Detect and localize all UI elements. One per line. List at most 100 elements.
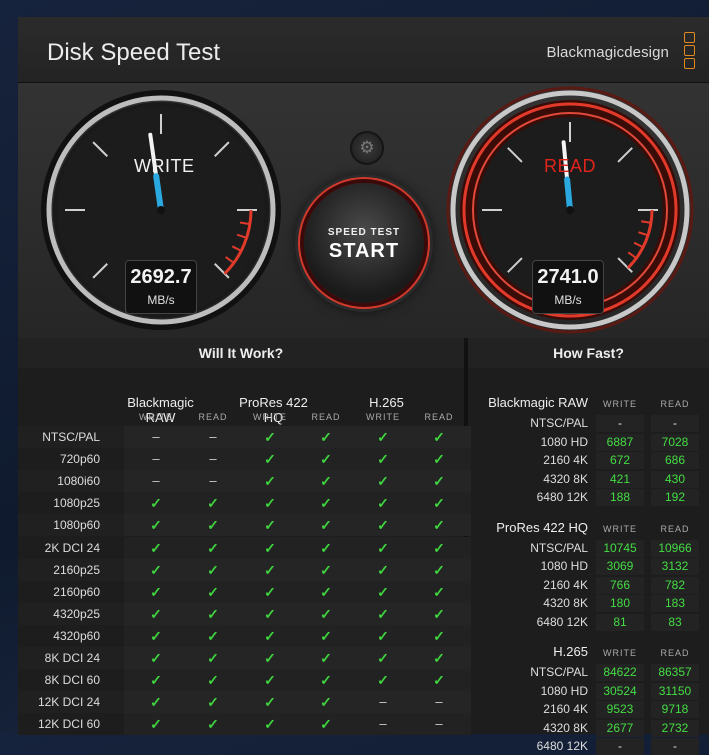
write-speed-value: 10745 — [603, 540, 637, 555]
read-speed-value: 9718 — [661, 702, 689, 716]
read-header: READ — [660, 523, 690, 534]
check-icon: ✓ — [207, 672, 219, 689]
read-speed-value: 2732 — [661, 720, 689, 735]
start-button-caption: SPEED TEST — [327, 227, 401, 238]
write-speed-value: 30524 — [603, 683, 637, 698]
check-icon: ✓ — [150, 561, 162, 578]
how-fast-row-label: 2160 4K — [543, 453, 588, 467]
results-panel: Will It Work? How Fast? FORMATBlackmagic… — [18, 338, 709, 755]
check-icon: ✓ — [377, 672, 389, 689]
check-icon: ✓ — [433, 451, 445, 468]
check-icon: ✓ — [377, 561, 389, 578]
write-header: WRITE — [603, 523, 637, 534]
write-speed-value: 188 — [609, 490, 631, 504]
check-icon: ✓ — [433, 605, 445, 622]
check-icon: ✓ — [207, 539, 219, 556]
row-format-label: 4320p60 — [53, 628, 100, 643]
write-speed-value: - — [618, 416, 622, 430]
column-header: READ — [311, 412, 341, 422]
row-format-label: NTSC/PAL — [42, 430, 100, 444]
write-speed-value: 2677 — [606, 720, 634, 735]
gauge-hub — [157, 206, 165, 214]
check-icon: ✓ — [377, 627, 389, 644]
write-speed-value: 421 — [609, 471, 631, 486]
check-icon: ✓ — [207, 716, 219, 733]
start-button-label: START — [328, 240, 400, 262]
check-icon: ✓ — [433, 473, 445, 490]
how-fast-row-label: 2160 4K — [543, 577, 588, 592]
will-it-work-title: Will It Work? — [18, 338, 464, 368]
write-gauge-label: WRITE — [134, 156, 195, 176]
read-speed-value: 86357 — [658, 665, 692, 679]
write-value: 2692.7 — [130, 266, 192, 288]
how-fast-row-label: 6480 12K — [536, 614, 588, 629]
check-icon: ✓ — [264, 583, 276, 600]
check-icon: ✓ — [377, 517, 389, 534]
read-speed-value: 183 — [664, 596, 686, 610]
read-speed-value: 83 — [668, 614, 682, 629]
check-icon: ✓ — [150, 583, 162, 600]
check-icon: ✓ — [207, 517, 219, 534]
dash-icon: – — [209, 429, 217, 444]
check-icon: ✓ — [320, 495, 332, 512]
check-icon: ✓ — [264, 451, 276, 468]
how-fast-row-label: NTSC/PAL — [530, 540, 588, 555]
settings-gear-icon[interactable]: ⚙ — [350, 131, 384, 165]
check-icon: ✓ — [433, 517, 445, 534]
column-header: READ — [198, 412, 228, 422]
write-unit: MB/s — [147, 293, 175, 307]
check-icon: ✓ — [320, 605, 332, 622]
check-icon: ✓ — [150, 672, 162, 689]
write-speed-value: 81 — [613, 614, 627, 629]
read-unit: MB/s — [554, 293, 582, 307]
row-format-label: 12K DCI 24 — [37, 695, 100, 710]
how-fast-group-title: Blackmagic RAW — [488, 395, 588, 410]
dash-icon: – — [435, 694, 443, 710]
check-icon: ✓ — [320, 517, 332, 534]
row-format-label: 2160p25 — [53, 562, 100, 577]
row-format-label: 12K DCI 60 — [37, 717, 100, 732]
start-button[interactable]: SPEED TEST START — [304, 183, 424, 303]
check-icon: ✓ — [377, 650, 389, 666]
dash-icon: – — [209, 473, 217, 489]
write-speed-value: 84622 — [603, 665, 637, 679]
write-speed-value: 9523 — [606, 702, 634, 716]
gauge-needle-base — [564, 176, 573, 213]
row-format-label: 1080p60 — [53, 518, 100, 533]
how-fast-row-label: 1080 HD — [540, 559, 588, 573]
gauge-hub — [566, 206, 574, 214]
how-fast-row-label: 6480 12K — [536, 739, 588, 753]
how-fast-row-label: 4320 8K — [543, 471, 588, 486]
how-fast-group-title: ProRes 422 HQ — [496, 519, 588, 535]
write-speed-value: 3069 — [606, 559, 634, 573]
how-fast-row-label: NTSC/PAL — [530, 416, 588, 430]
check-icon: ✓ — [433, 583, 445, 600]
read-speed-value: 686 — [664, 453, 686, 467]
check-icon: ✓ — [150, 716, 162, 733]
how-fast-table: Blackmagic RAW WRITE READ NTSC/PAL - - 1080 HD… — [468, 368, 709, 755]
read-speed-value: 7028 — [661, 434, 689, 449]
check-icon: ✓ — [150, 650, 162, 666]
check-icon: ✓ — [377, 473, 389, 490]
row-format-label: 4320p25 — [53, 606, 100, 621]
row-format-label: 2160p60 — [53, 584, 100, 599]
write-speed-value: - — [618, 739, 622, 753]
check-icon: ✓ — [320, 650, 332, 666]
will-it-work-table: FORMATBlackmagic RAWProRes 422 HQH.265WR… — [18, 368, 471, 736]
read-speed-value: - — [673, 416, 677, 430]
write-header: WRITE — [603, 399, 637, 409]
read-speed-value: 782 — [664, 577, 686, 592]
check-icon: ✓ — [320, 429, 332, 445]
check-icon: ✓ — [377, 495, 389, 512]
check-icon: ✓ — [264, 517, 276, 534]
check-icon: ✓ — [433, 495, 445, 512]
write-speed-value: 180 — [609, 596, 631, 610]
check-icon: ✓ — [207, 650, 219, 666]
write-header: WRITE — [603, 648, 637, 658]
write-readout: 2692.7 MB/s — [125, 260, 197, 314]
row-format-label: 8K DCI 24 — [44, 651, 100, 665]
read-value: 2741.0 — [537, 266, 599, 288]
dash-icon: – — [152, 451, 160, 467]
read-header: READ — [660, 399, 690, 409]
column-header: WRITE — [253, 412, 287, 422]
